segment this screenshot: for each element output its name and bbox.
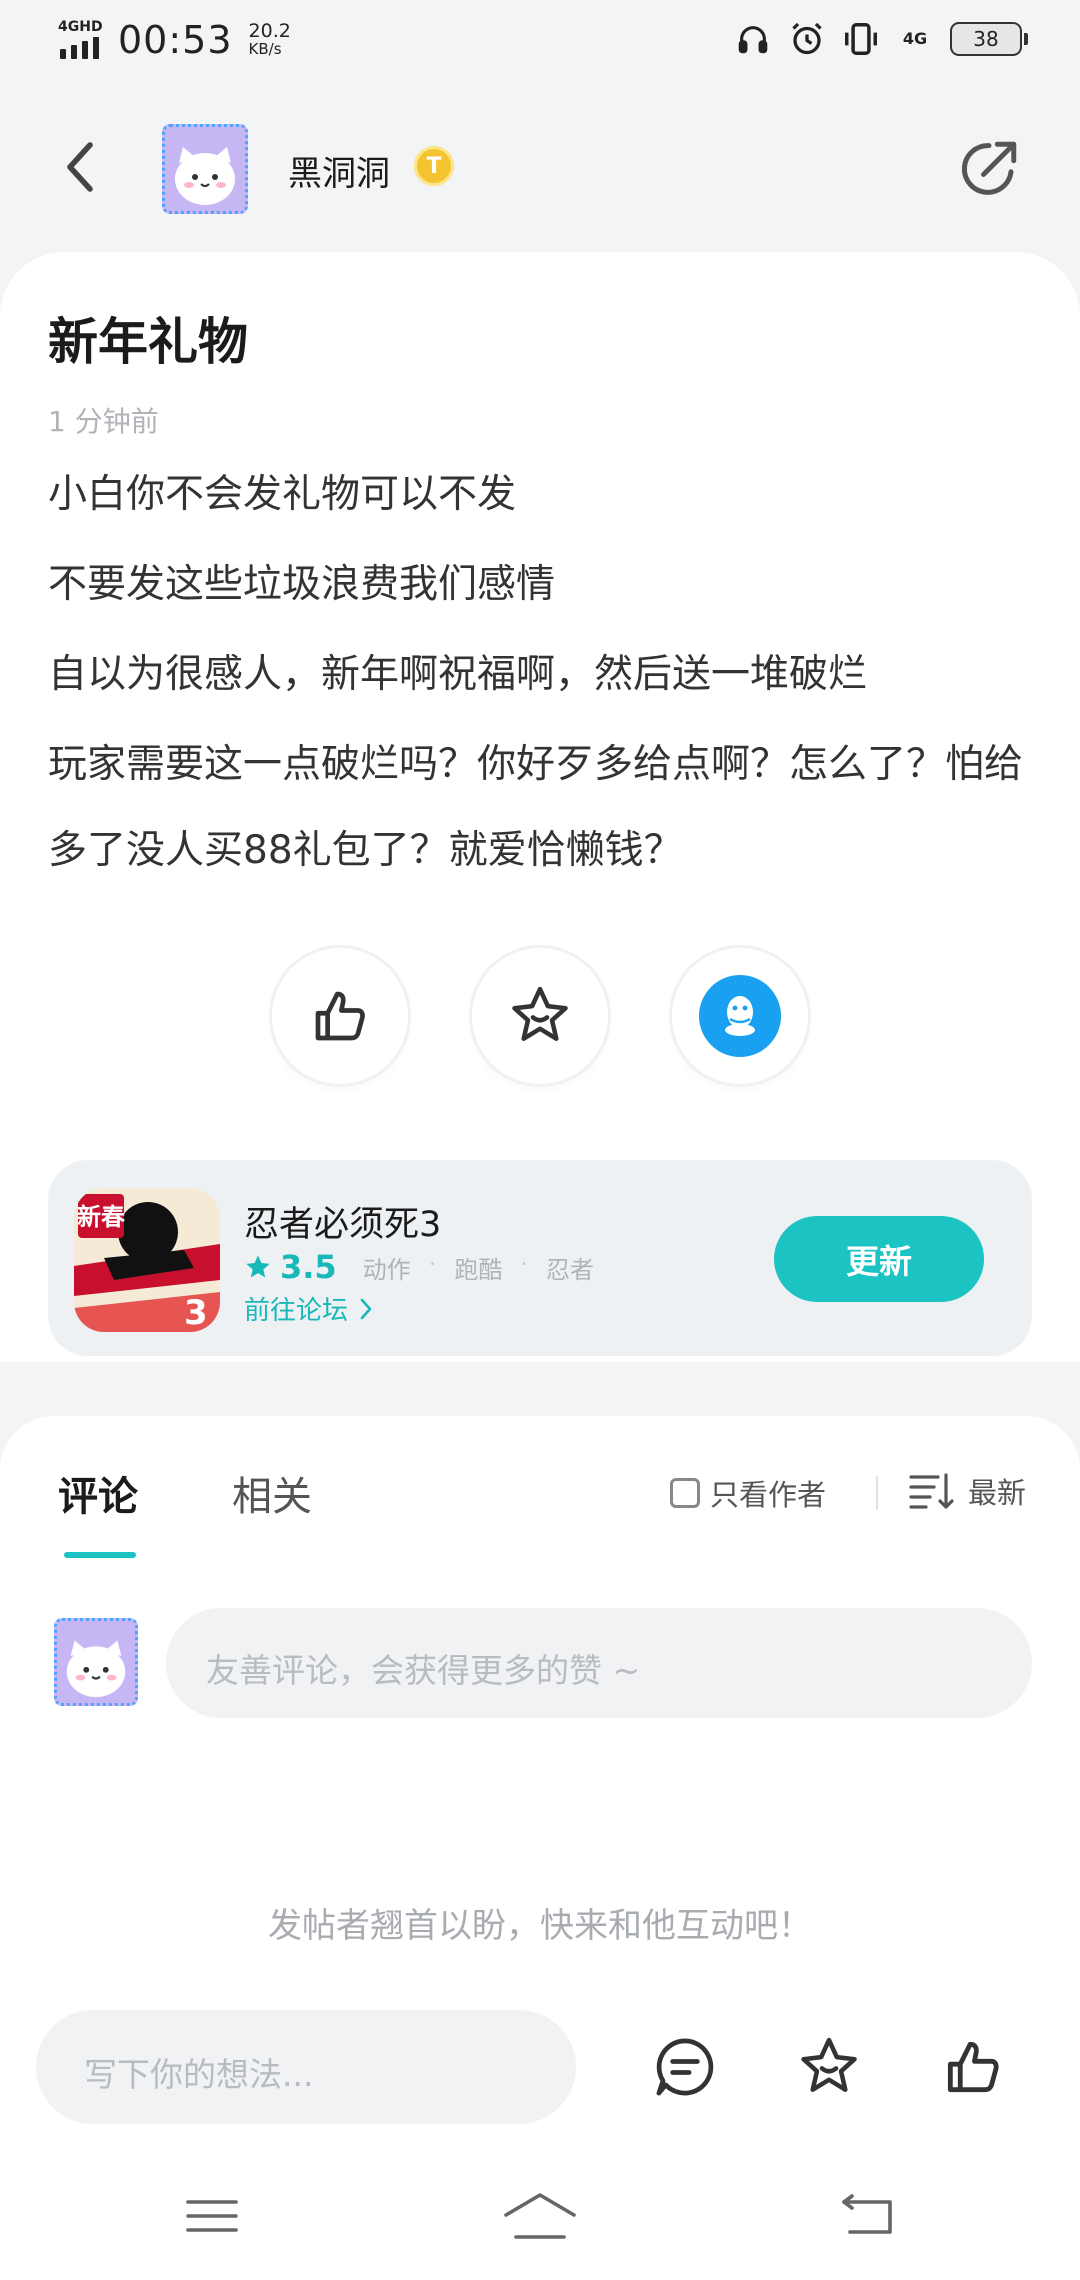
- avatar[interactable]: [162, 124, 248, 214]
- game-icon[interactable]: 新春 3: [74, 1188, 220, 1332]
- qq-icon: [699, 975, 781, 1057]
- share-button[interactable]: [952, 132, 1026, 206]
- author-name[interactable]: 黑洞洞: [288, 146, 390, 195]
- back-button[interactable]: [50, 132, 110, 202]
- chevron-right-icon: [360, 1298, 372, 1319]
- game-name[interactable]: 忍者必须死3: [244, 1196, 441, 1247]
- reaction-row: [0, 948, 1080, 1084]
- tag-separator: ·: [428, 1249, 437, 1278]
- post-line: 自以为很感人，新年啊祝福啊，然后送一堆破烂: [48, 652, 868, 697]
- status-time: 00:53: [118, 18, 233, 62]
- post-body: 小白你不会发礼物可以不发 不要发这些垃圾浪费我们感情 自以为很感人，新年啊祝福啊…: [48, 466, 1038, 926]
- tab-related[interactable]: 相关: [232, 1464, 312, 1522]
- sort-label: 最新: [968, 1476, 1027, 1510]
- level-badge: T: [414, 146, 454, 186]
- back-arrow-icon: [842, 2194, 892, 2234]
- sort-icon: [909, 1473, 954, 1509]
- game-tag: 跑酷: [454, 1255, 503, 1284]
- comment-input-placeholder: 友善评论，会获得更多的赞 ~: [206, 1651, 641, 1690]
- author-only-toggle[interactable]: 只看作者: [670, 1472, 826, 1514]
- post-line: 不要发这些垃圾浪费我们感情: [48, 562, 556, 607]
- thumbs-up-icon: [315, 991, 365, 1041]
- back-nav-button[interactable]: [828, 2186, 908, 2246]
- game-icon-number: 3: [184, 1293, 208, 1332]
- alarm-icon: [788, 20, 826, 58]
- game-icon-badge-text: 新春: [77, 1203, 125, 1231]
- star-icon: [246, 1255, 270, 1278]
- status-left: 4GHD 00:53 20.2 KB/s: [58, 18, 291, 62]
- speed-value: 20.2: [248, 20, 291, 42]
- game-tag: 忍者: [545, 1255, 594, 1284]
- bottom-favorite-button[interactable]: [792, 2030, 866, 2104]
- home-icon: [504, 2193, 576, 2239]
- cat-avatar-icon: [57, 1621, 135, 1703]
- checkbox[interactable]: [670, 1478, 700, 1508]
- forum-link[interactable]: 前往论坛: [244, 1290, 374, 1327]
- thumbs-up-icon: [947, 2041, 999, 2093]
- forum-link-label: 前往论坛: [244, 1296, 349, 1326]
- net-4g-label: 4G: [902, 29, 928, 48]
- game-tag: 动作: [362, 1255, 411, 1284]
- game-rating: 3.5 动作 · 跑酷 · 忍者: [244, 1248, 594, 1286]
- active-tab-indicator: [64, 1552, 136, 1558]
- status-right: 4G 38: [734, 20, 1028, 58]
- post-line: 玩家需要这一点破烂吗？你好歹多给点啊？怎么了？怕给多了没人买88礼包了？就爱恰懒…: [48, 742, 1024, 873]
- level-badge-text: T: [426, 153, 442, 179]
- post-title: 新年礼物: [48, 313, 248, 371]
- star-smile-icon: [801, 2037, 857, 2092]
- my-avatar: [54, 1618, 138, 1706]
- battery-level: 38: [973, 27, 999, 51]
- network-type-label: 4GHD: [58, 19, 103, 35]
- signal-4g-icon: 4G: [896, 20, 934, 58]
- post-time: 1 分钟前: [48, 405, 159, 438]
- battery-icon: 38: [950, 22, 1028, 56]
- comment-button[interactable]: [648, 2030, 722, 2104]
- menu-icon: [186, 2200, 238, 2232]
- rating-value: 3.5: [280, 1248, 337, 1286]
- chevron-left-icon: [67, 142, 93, 192]
- sort-button[interactable]: 最新: [908, 1470, 1026, 1512]
- status-bar: 4GHD 00:53 20.2 KB/s 4G 38: [0, 0, 1080, 84]
- like-button[interactable]: [272, 948, 408, 1084]
- home-nav-button[interactable]: [500, 2186, 580, 2246]
- cat-avatar-icon: [165, 127, 245, 211]
- speed-unit: KB/s: [248, 40, 282, 58]
- bottom-like-button[interactable]: [936, 2030, 1010, 2104]
- post-line: 小白你不会发礼物可以不发: [48, 472, 517, 517]
- empty-comments-text: 发帖者翘首以盼，快来和他互动吧！: [268, 1906, 812, 1946]
- headphones-icon: [734, 20, 772, 58]
- divider: [876, 1476, 878, 1510]
- update-button[interactable]: 更新: [774, 1216, 984, 1302]
- game-tags: 动作 · 跑酷 · 忍者: [363, 1250, 594, 1285]
- star-smile-icon: [512, 986, 568, 1041]
- network-speed: 20.2 KB/s: [248, 20, 291, 59]
- menu-nav-button[interactable]: [172, 2186, 252, 2246]
- comment-bubble-icon: [656, 2038, 714, 2096]
- tag-separator: ·: [520, 1249, 528, 1278]
- write-input-placeholder: 写下你的想法...: [84, 2055, 314, 2094]
- share-qq-button[interactable]: [672, 948, 808, 1084]
- author-only-label: 只看作者: [710, 1478, 827, 1512]
- vibrate-icon: [842, 20, 880, 58]
- tab-comments[interactable]: 评论: [58, 1464, 138, 1522]
- favorite-button[interactable]: [472, 948, 608, 1084]
- cellular-signal-icon: 4GHD: [58, 19, 106, 61]
- share-icon: [962, 141, 1017, 195]
